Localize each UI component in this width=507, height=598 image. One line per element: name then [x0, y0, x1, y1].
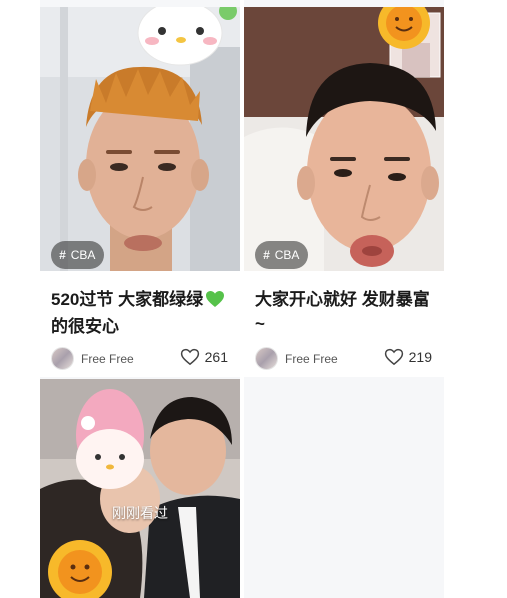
card-title[interactable]: 520过节 大家都绿绿 的很安心	[51, 288, 233, 339]
author-name: Free Free	[81, 351, 134, 366]
topic-tag[interactable]: # CBA	[51, 241, 105, 269]
card-title-text: 520过节 大家都绿绿	[51, 290, 204, 309]
author[interactable]: Free Free	[51, 347, 134, 370]
card-title-text-line2: 的很安心	[51, 317, 119, 336]
feed-card[interactable]: 刚刚看过	[40, 379, 240, 598]
heart-outline-icon	[384, 348, 403, 366]
thumbnail-image	[40, 379, 240, 598]
thumbnail-image	[40, 7, 240, 271]
watched-label: 刚刚看过	[112, 505, 168, 521]
like-count: 261	[204, 349, 228, 365]
like-button[interactable]: 261	[180, 348, 228, 366]
avatar	[51, 347, 74, 370]
green-heart-emoji-icon	[205, 290, 225, 315]
author[interactable]: Free Free	[255, 347, 338, 370]
video-thumbnail[interactable]: # CBA	[244, 7, 444, 271]
video-thumbnail[interactable]: 刚刚看过	[40, 379, 240, 598]
card-title[interactable]: 大家开心就好 发财暴富 ~	[255, 288, 437, 336]
topic-tag[interactable]: # CBA	[255, 241, 309, 269]
feed: # CBA 520过节 大家都绿绿 的很安心 Free Free 261 # C…	[0, 0, 507, 598]
like-count: 219	[408, 349, 432, 365]
heart-outline-icon	[180, 348, 199, 366]
topic-tag-label: CBA	[274, 248, 300, 262]
avatar	[255, 347, 278, 370]
topic-tag-label: CBA	[70, 248, 96, 262]
feed-card[interactable]: # CBA 大家开心就好 发财暴富 ~ Free Free 219	[244, 7, 444, 377]
thumbnail-image	[244, 7, 444, 271]
hashtag-icon: #	[263, 248, 270, 262]
like-button[interactable]: 219	[384, 348, 432, 366]
feed-card[interactable]: # CBA 520过节 大家都绿绿 的很安心 Free Free 261	[40, 7, 240, 377]
author-name: Free Free	[285, 351, 338, 366]
card-title-text: 大家开心就好 发财暴富 ~	[255, 290, 430, 333]
video-thumbnail[interactable]: # CBA	[40, 7, 240, 271]
hashtag-icon: #	[59, 248, 66, 262]
